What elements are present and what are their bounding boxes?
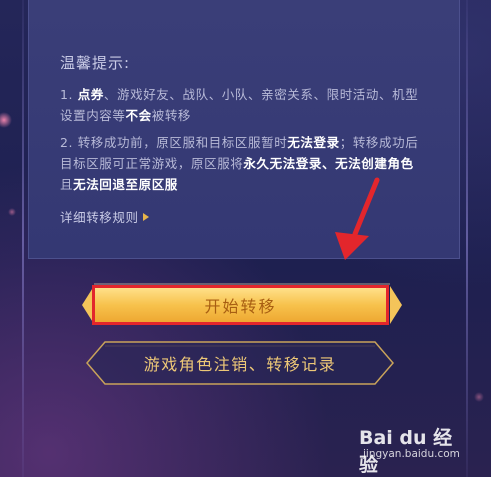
notice-item-1-text: 、游戏好友、战队、小队、亲密关系、限时活动、机型设置内容等 xyxy=(60,87,419,123)
glow-particle xyxy=(0,112,12,128)
notice-item-2-text: 2. 转移成功前，原区服和目标区服暂时 xyxy=(60,135,288,150)
notice-item-1-text: 1. xyxy=(60,87,78,102)
records-button[interactable]: 游戏角色注销、转移记录 xyxy=(85,340,395,386)
glow-particle xyxy=(8,208,16,216)
notice-item-1-bold: 点券 xyxy=(77,87,104,102)
notice-item-1: 1. 点券、游戏好友、战队、小队、亲密关系、限时活动、机型设置内容等不会被转移 xyxy=(60,84,425,126)
baidu-jingyan-watermark: Bai du 经验 jingyan.baidu.com xyxy=(359,423,469,476)
start-transfer-button-frame: 开始转移 xyxy=(80,280,404,330)
decor-line-right xyxy=(466,0,468,477)
decor-line-left xyxy=(22,0,24,477)
red-arrow-icon xyxy=(335,177,380,260)
notice-item-2-bold: 无法回退至原区服 xyxy=(73,177,178,192)
start-transfer-button[interactable]: 开始转移 xyxy=(92,285,389,325)
detailed-rules-label: 详细转移规则 xyxy=(60,210,139,225)
notice-item-1-text: 被转移 xyxy=(151,108,192,123)
records-button-label: 游戏角色注销、转移记录 xyxy=(143,355,337,374)
notice-item-2-bold: 永久无法登录、无法创建角色 xyxy=(243,156,414,171)
notice-item-1-bold: 不会 xyxy=(125,108,152,123)
notice-title: 温馨提示: xyxy=(60,54,131,72)
transfer-screen: 温馨提示: 1. 点券、游戏好友、战队、小队、亲密关系、限时活动、机型设置内容等… xyxy=(0,0,491,477)
triangle-right-icon xyxy=(142,213,149,221)
detailed-rules-link[interactable]: 详细转移规则 xyxy=(60,207,149,226)
start-transfer-label: 开始转移 xyxy=(204,297,277,316)
watermark-url: jingyan.baidu.com xyxy=(363,448,460,460)
notice-item-2-bold: 无法登录 xyxy=(287,135,340,150)
notice-item-2-text: 且 xyxy=(60,177,74,192)
glow-particle xyxy=(474,392,484,402)
